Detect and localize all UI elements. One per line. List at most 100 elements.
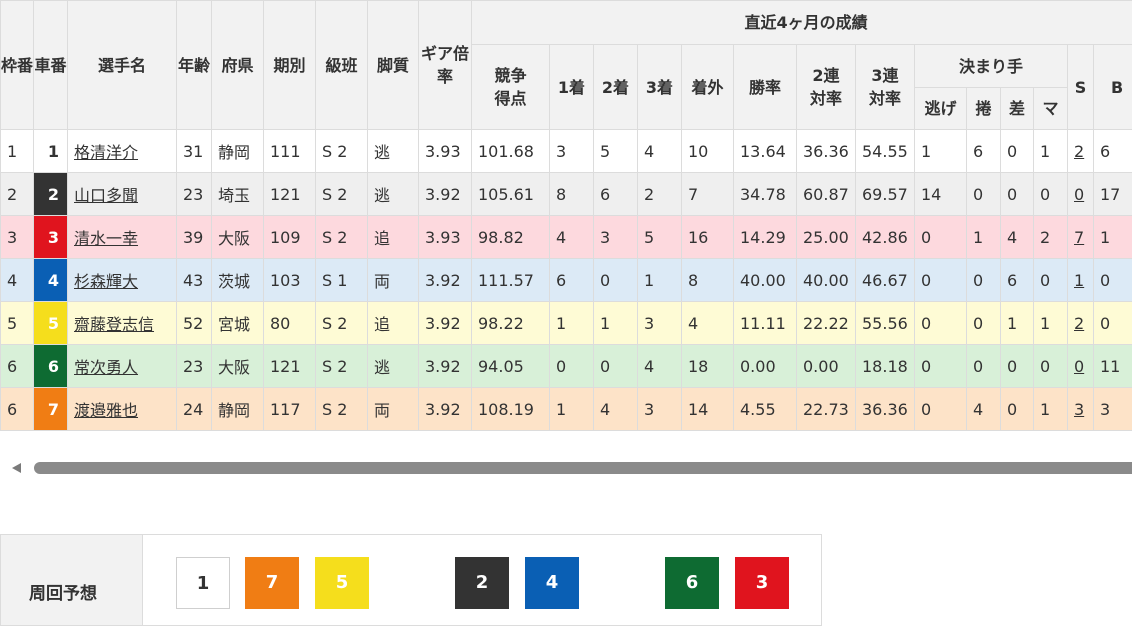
waku-cell: 6 — [1, 388, 34, 431]
win-rate-cell: 11.11 — [734, 302, 797, 345]
entry-table-container[interactable]: 枠番 車番 選手名 年齢 府県 期別 級班 脚質 ギア倍率 直近4ヶ月の成績 競… — [0, 0, 1132, 432]
racer-name-cell: 齋藤登志信 — [68, 302, 177, 345]
car-number-badge: 1 — [34, 130, 68, 173]
entry-table: 枠番 車番 選手名 年齢 府県 期別 級班 脚質 ギア倍率 直近4ヶ月の成績 競… — [0, 0, 1132, 431]
rate2-cell: 40.00 — [797, 259, 856, 302]
header-nige: 逃げ — [915, 88, 967, 130]
third-cell: 5 — [638, 216, 682, 259]
s-cell[interactable]: 3 — [1068, 388, 1094, 431]
out-cell: 8 — [682, 259, 734, 302]
header-gear: ギア倍率 — [419, 1, 472, 130]
second-cell: 4 — [594, 388, 638, 431]
header-pref: 府県 — [212, 1, 264, 130]
b-cell: 17 — [1094, 173, 1132, 216]
first-cell: 3 — [550, 130, 594, 173]
car-number-badge: 5 — [34, 302, 68, 345]
second-cell: 5 — [594, 130, 638, 173]
out-cell: 4 — [682, 302, 734, 345]
s-cell[interactable]: 2 — [1068, 302, 1094, 345]
racer-name-cell: 渡邉雅也 — [68, 388, 177, 431]
class-cell: S 2 — [316, 216, 368, 259]
scrollbar-thumb[interactable] — [34, 462, 1132, 474]
header-car: 車番 — [34, 1, 68, 130]
racer-name-cell: 常次勇人 — [68, 345, 177, 388]
header-name: 選手名 — [68, 1, 177, 130]
rate2-cell: 22.22 — [797, 302, 856, 345]
class-cell: S 2 — [316, 388, 368, 431]
pref-cell: 静岡 — [212, 130, 264, 173]
sashi-cell: 6 — [1001, 259, 1034, 302]
term-cell: 117 — [264, 388, 316, 431]
horizontal-scrollbar[interactable] — [0, 458, 1132, 478]
scroll-left-arrow-icon[interactable] — [12, 463, 21, 473]
header-second: 2着 — [594, 45, 638, 130]
header-rate2: 2連対率 — [797, 45, 856, 130]
header-win-rate: 勝率 — [734, 45, 797, 130]
waku-cell: 5 — [1, 302, 34, 345]
forecast-box-5: 5 — [315, 557, 369, 609]
racer-name-link[interactable]: 渡邉雅也 — [74, 401, 138, 420]
waku-cell: 1 — [1, 130, 34, 173]
header-makuri: 捲 — [967, 88, 1001, 130]
b-cell: 0 — [1094, 302, 1132, 345]
forecast-box-1: 1 — [176, 557, 230, 609]
class-cell: S 2 — [316, 130, 368, 173]
score-cell: 94.05 — [472, 345, 550, 388]
gear-cell: 3.93 — [419, 130, 472, 173]
first-cell: 6 — [550, 259, 594, 302]
table-row: 4 4 杉森輝大 43 茨城 103 S 1 両 3.92 111.57 6 0… — [1, 259, 1132, 302]
age-cell: 39 — [177, 216, 212, 259]
rate2-cell: 60.87 — [797, 173, 856, 216]
rate2-cell: 36.36 — [797, 130, 856, 173]
makuri-cell: 4 — [967, 388, 1001, 431]
out-cell: 18 — [682, 345, 734, 388]
win-rate-cell: 34.78 — [734, 173, 797, 216]
b-cell: 6 — [1094, 130, 1132, 173]
racer-name-link[interactable]: 杉森輝大 — [74, 272, 138, 291]
s-cell[interactable]: 2 — [1068, 130, 1094, 173]
s-cell[interactable]: 0 — [1068, 173, 1094, 216]
lap-forecast-label: 周回予想 — [29, 579, 97, 604]
win-rate-cell: 40.00 — [734, 259, 797, 302]
sashi-cell: 0 — [1001, 388, 1034, 431]
s-cell[interactable]: 1 — [1068, 259, 1094, 302]
pref-cell: 埼玉 — [212, 173, 264, 216]
s-cell[interactable]: 7 — [1068, 216, 1094, 259]
racer-name-cell: 格清洋介 — [68, 130, 177, 173]
age-cell: 43 — [177, 259, 212, 302]
racer-name-link[interactable]: 齋藤登志信 — [74, 315, 154, 334]
racer-name-link[interactable]: 格清洋介 — [74, 143, 138, 162]
gear-cell: 3.92 — [419, 388, 472, 431]
table-row: 1 1 格清洋介 31 静岡 111 S 2 逃 3.93 101.68 3 5… — [1, 130, 1132, 173]
second-cell: 3 — [594, 216, 638, 259]
sashi-cell: 4 — [1001, 216, 1034, 259]
second-cell: 1 — [594, 302, 638, 345]
lap-forecast-label-cell: 周回予想 — [1, 535, 143, 625]
b-cell: 11 — [1094, 345, 1132, 388]
pref-cell: 宮城 — [212, 302, 264, 345]
mark-cell: 1 — [1034, 388, 1068, 431]
racer-name-link[interactable]: 清水一幸 — [74, 229, 138, 248]
makuri-cell: 0 — [967, 173, 1001, 216]
leg-cell: 逃 — [368, 130, 419, 173]
second-cell: 0 — [594, 259, 638, 302]
header-term: 期別 — [264, 1, 316, 130]
out-cell: 14 — [682, 388, 734, 431]
age-cell: 31 — [177, 130, 212, 173]
s-cell[interactable]: 0 — [1068, 345, 1094, 388]
header-rate3: 3連対率 — [856, 45, 915, 130]
header-waku: 枠番 — [1, 1, 34, 130]
leg-cell: 両 — [368, 388, 419, 431]
rate3-cell: 46.67 — [856, 259, 915, 302]
nige-cell: 0 — [915, 302, 967, 345]
nige-cell: 0 — [915, 259, 967, 302]
mark-cell: 1 — [1034, 302, 1068, 345]
gear-cell: 3.92 — [419, 302, 472, 345]
rate3-cell: 55.56 — [856, 302, 915, 345]
makuri-cell: 6 — [967, 130, 1001, 173]
racer-name-link[interactable]: 常次勇人 — [74, 358, 138, 377]
rate3-cell: 69.57 — [856, 173, 915, 216]
rate3-cell: 54.55 — [856, 130, 915, 173]
forecast-box-4: 4 — [525, 557, 579, 609]
racer-name-link[interactable]: 山口多聞 — [74, 186, 138, 205]
